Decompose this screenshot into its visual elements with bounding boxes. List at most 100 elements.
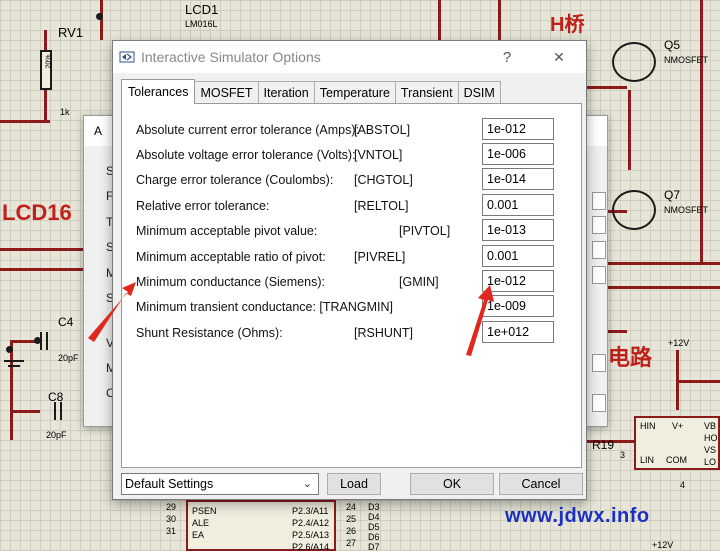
dialog-titlebar[interactable]: Interactive Simulator Options ? ✕: [113, 41, 586, 73]
wire: [0, 120, 50, 123]
wire: [587, 86, 627, 89]
ok-button[interactable]: OK: [410, 473, 494, 495]
c4-label: C4: [58, 315, 74, 329]
tab-mosfet[interactable]: MOSFET: [194, 81, 259, 103]
ground-symbol: [4, 360, 24, 362]
mcu-port-num: 26: [346, 526, 357, 536]
wire: [676, 380, 720, 383]
capacitor-plate: [54, 402, 56, 420]
junction-dot: [96, 13, 103, 20]
mcu-port-num: 27: [346, 538, 357, 548]
h-bridge-title: H桥: [550, 14, 585, 36]
tab-iteration[interactable]: Iteration: [257, 81, 315, 103]
trangmin-input[interactable]: [482, 295, 554, 317]
rv1-label: RV1: [58, 25, 84, 40]
mcu-pin-label: EA: [192, 530, 205, 540]
wire: [10, 340, 13, 440]
mcu-pin-label: PSEN: [192, 506, 217, 516]
q5-part: NMOSFET: [664, 55, 708, 65]
tab-dsim[interactable]: DSIM: [457, 81, 501, 103]
options-tabs: Tolerances MOSFET Iteration Temperature …: [121, 79, 501, 104]
mcu-data-label: D3: [368, 502, 380, 512]
plus12v-bottom: +12V: [652, 540, 674, 550]
help-button[interactable]: ?: [492, 41, 522, 73]
back-dialog-field[interactable]: [592, 216, 606, 234]
rv1-pct: 20%: [45, 54, 53, 69]
mcu-data-label: D7: [368, 542, 380, 551]
rv1-value: 1k: [60, 107, 70, 117]
gmin-input[interactable]: [482, 270, 554, 292]
trangmin-label: Minimum transient conductance: [TRANGMIN…: [136, 300, 394, 314]
pin-number: 4: [680, 480, 686, 490]
junction-dot: [6, 346, 13, 353]
watermark: www.jdwx.info: [505, 505, 650, 527]
wire: [498, 0, 501, 40]
back-dialog-field[interactable]: [592, 192, 606, 210]
q7-label: Q7: [664, 188, 681, 202]
close-button[interactable]: ✕: [544, 41, 574, 73]
abstol-input[interactable]: [482, 118, 554, 140]
preset-select-value: Default Settings: [125, 477, 214, 491]
q7-part: NMOSFET: [664, 205, 708, 215]
junction-dot: [34, 337, 41, 344]
chip-pin-label: V+: [672, 421, 684, 431]
pivtol-input[interactable]: [482, 219, 554, 241]
chip-pin-label: VS: [704, 445, 717, 455]
abstol-label: Absolute current error tolerance (Amps):: [136, 123, 360, 137]
back-dialog-field[interactable]: [592, 354, 606, 372]
back-dialog-field[interactable]: [592, 266, 606, 284]
pivrel-input[interactable]: [482, 245, 554, 267]
chip-pin-label: HO: [704, 433, 718, 443]
back-dialog-field[interactable]: [592, 394, 606, 412]
capacitor-plate: [60, 402, 62, 420]
c4-value: 20pF: [58, 353, 79, 363]
vntol-input[interactable]: [482, 143, 554, 165]
chgtol-key: [CHGTOL]: [354, 173, 413, 187]
load-button[interactable]: Load: [327, 473, 381, 495]
back-dialog-field[interactable]: [592, 241, 606, 259]
pivrel-label: Minimum acceptable ratio of pivot:: [136, 250, 326, 264]
mcu-pin-num: 30: [166, 514, 177, 524]
lcd1-label: LCD1: [185, 2, 219, 17]
lcd1-part: LM016L: [185, 19, 218, 29]
mcu-port-label: P2.3/A11: [292, 506, 329, 516]
q7-symbol: [612, 190, 656, 230]
mcu-pin-num: 29: [166, 502, 177, 512]
rshunt-input[interactable]: [482, 321, 554, 343]
wire: [10, 410, 40, 413]
q5-symbol: [612, 42, 656, 82]
mcu-port-label: P2.6/A14: [292, 542, 330, 551]
ground-symbol: [8, 365, 20, 367]
wire: [628, 90, 631, 170]
simulator-options-dialog: Interactive Simulator Options ? ✕ Tolera…: [112, 40, 587, 500]
mcu-data-label: D4: [368, 512, 380, 522]
cancel-button[interactable]: Cancel: [499, 473, 583, 495]
pivtol-label: Minimum acceptable pivot value:: [136, 224, 318, 238]
dialog-button-bar: Default Settings ⌄ Load OK Cancel: [121, 472, 583, 498]
reltol-key: [RELTOL]: [354, 199, 409, 213]
wire: [438, 0, 441, 40]
gmin-key: [GMIN]: [399, 275, 439, 289]
preset-select[interactable]: Default Settings ⌄: [121, 473, 319, 495]
reltol-input[interactable]: [482, 194, 554, 216]
proteus-app-icon: [119, 51, 135, 63]
tab-tolerances[interactable]: Tolerances: [121, 79, 196, 104]
chip-pin-label: HIN: [640, 421, 656, 431]
gmin-label: Minimum conductance (Siemens):: [136, 275, 325, 289]
tab-transient[interactable]: Transient: [394, 81, 459, 103]
mcu-port-label: P2.5/A13: [292, 530, 330, 540]
chgtol-input[interactable]: [482, 168, 554, 190]
tab-temperature[interactable]: Temperature: [313, 81, 396, 103]
vntol-label: Absolute voltage error tolerance (Volts)…: [136, 148, 356, 162]
chevron-down-icon: ⌄: [302, 478, 312, 490]
rshunt-label: Shunt Resistance (Ohms):: [136, 326, 283, 340]
q5-label: Q5: [664, 38, 681, 52]
abstol-key: [ABSTOL]: [354, 123, 411, 137]
chip-pin-label: COM: [666, 455, 687, 465]
dialog-title: Interactive Simulator Options: [141, 49, 321, 65]
chip-pin-label: VB: [704, 421, 717, 431]
mcu-pin-num: 31: [166, 526, 177, 536]
mcu-port-num: 25: [346, 514, 357, 524]
circuit-label: 电路: [608, 345, 653, 370]
lcd16-label: LCD16: [2, 200, 72, 225]
